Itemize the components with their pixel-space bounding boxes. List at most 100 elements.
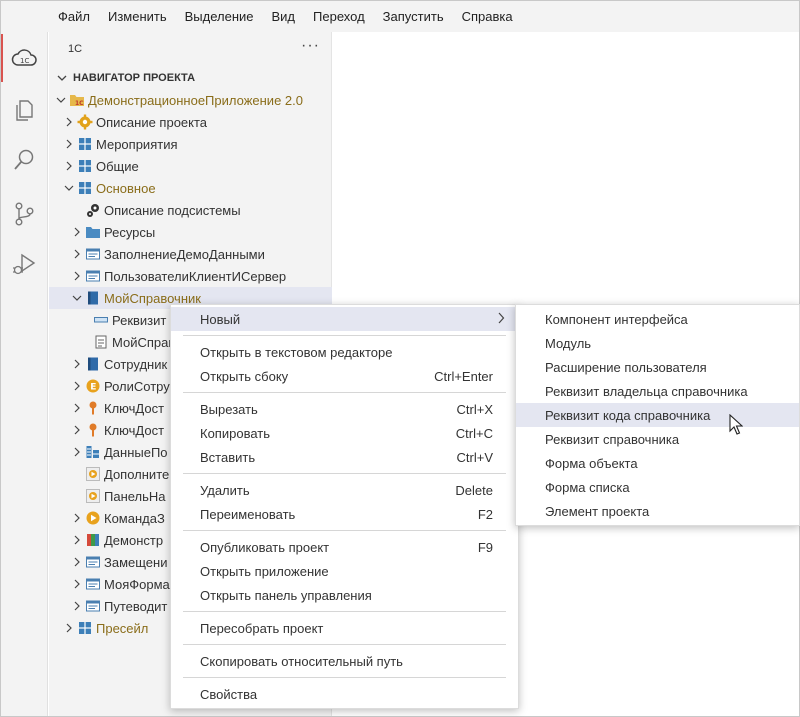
tree-item-label: Путеводит	[104, 598, 168, 614]
chevron-right-icon[interactable]	[61, 114, 77, 130]
tree-item[interactable]: Мероприятия	[49, 133, 332, 155]
chevron-right-icon[interactable]	[61, 136, 77, 152]
context-menu-item[interactable]: Открыть сбоку Ctrl+Enter	[171, 364, 518, 388]
menu-item[interactable]: Вид	[263, 1, 305, 32]
menu-item-label: Вырезать	[200, 401, 258, 417]
tree-item-label: Реквизит	[112, 312, 167, 328]
menu-item[interactable]: Справка	[453, 1, 522, 32]
tree-item-label: ПользователиКлиентИСервер	[104, 268, 287, 284]
new-submenu: Компонент интерфейса Модуль Расширение пол…	[515, 304, 800, 526]
context-menu-item[interactable]: Новый	[171, 307, 518, 331]
tree-item[interactable]: Общие	[49, 155, 332, 177]
submenu-item[interactable]: Компонент интерфейса	[516, 307, 799, 331]
more-actions-icon[interactable]: ···	[301, 37, 320, 55]
context-menu-item[interactable]: Открыть в текстовом редакторе	[171, 340, 518, 364]
menu-item[interactable]: Выделение	[176, 1, 263, 32]
submenu-item[interactable]: Модуль	[516, 331, 799, 355]
chevron-down-icon[interactable]	[53, 92, 69, 108]
chevron-right-icon[interactable]	[69, 400, 85, 416]
menu-separator	[183, 677, 506, 678]
report-icon	[85, 532, 101, 548]
menu-item[interactable]: Переход	[304, 1, 374, 32]
subsystem-icon	[77, 136, 93, 152]
source-control-icon[interactable]	[1, 190, 47, 238]
chevron-right-icon[interactable]	[69, 532, 85, 548]
run-debug-icon[interactable]	[1, 240, 47, 288]
folder-icon	[85, 224, 101, 240]
tree-item-label: Демонстр	[104, 532, 164, 548]
tree-item[interactable]: ПользователиКлиентИСервер	[49, 265, 332, 287]
chevron-right-icon[interactable]	[61, 620, 77, 636]
chevron-down-icon[interactable]	[61, 180, 77, 196]
menu-item-shortcut: Ctrl+C	[455, 425, 493, 441]
context-menu-item[interactable]: Удалить Delete	[171, 478, 518, 502]
search-icon[interactable]	[1, 136, 47, 184]
tree-item[interactable]: Ресурсы	[49, 221, 332, 243]
context-menu-item[interactable]: Скопировать относительный путь	[171, 649, 518, 673]
context-menu-item[interactable]: Переименовать F2	[171, 502, 518, 526]
menu-item-shortcut: F2	[477, 506, 493, 522]
context-menu-item[interactable]: Копировать Ctrl+C	[171, 421, 518, 445]
submenu-item[interactable]: Реквизит владельца справочника	[516, 379, 799, 403]
subsystem-icon	[77, 158, 93, 174]
chevron-right-icon[interactable]	[69, 224, 85, 240]
module-icon	[85, 246, 101, 262]
context-menu-item[interactable]: Опубликовать проект F9	[171, 535, 518, 559]
tree-item[interactable]: Описание подсистемы	[49, 199, 332, 221]
svg-text:1C: 1C	[20, 57, 29, 65]
chevron-right-icon[interactable]	[69, 598, 85, 614]
tree-item[interactable]: ЗаполнениеДемоДанными	[49, 243, 332, 265]
menu-item-label: Переименовать	[200, 506, 296, 522]
subsystem-icon	[77, 620, 93, 636]
menu-item[interactable]: Запустить	[374, 1, 453, 32]
tree-item-label: Основное	[96, 180, 156, 196]
chevron-right-icon[interactable]	[69, 554, 85, 570]
menu-separator	[183, 473, 506, 474]
submenu-item[interactable]: Реквизит справочника	[516, 427, 799, 451]
submenu-item[interactable]: Элемент проекта	[516, 499, 799, 523]
submenu-item[interactable]: Реквизит кода справочника	[516, 403, 799, 427]
section-header-project-navigator[interactable]: НАВИГАТОР ПРОЕКТА	[49, 67, 332, 89]
chevron-right-icon[interactable]	[69, 246, 85, 262]
document-icon	[93, 334, 109, 350]
chevron-right-icon[interactable]	[61, 158, 77, 174]
menu-item-shortcut: Ctrl+Enter	[434, 368, 493, 384]
submenu-item[interactable]: Расширение пользователя	[516, 355, 799, 379]
menu-item-label: Свойства	[200, 686, 258, 702]
mouse-cursor-icon	[729, 414, 743, 435]
cloud-1c-icon[interactable]: 1C	[1, 34, 47, 82]
tree-item-label: Описание подсистемы	[104, 202, 241, 218]
context-menu-item[interactable]: Открыть приложение	[171, 559, 518, 583]
gears-icon	[85, 202, 101, 218]
submenu-item[interactable]: Форма объекта	[516, 451, 799, 475]
menu-item-label: Открыть панель управления	[200, 587, 372, 603]
key-icon	[85, 422, 101, 438]
tree-item-label: ПанельНа	[104, 488, 166, 504]
chevron-right-icon[interactable]	[69, 356, 85, 372]
chevron-right-icon[interactable]	[69, 378, 85, 394]
chevron-down-icon[interactable]	[69, 290, 85, 306]
chevron-right-icon[interactable]	[69, 510, 85, 526]
files-icon[interactable]	[1, 86, 47, 134]
chevron-right-icon[interactable]	[69, 268, 85, 284]
chevron-right-icon[interactable]	[69, 576, 85, 592]
context-menu-item[interactable]: Вырезать Ctrl+X	[171, 397, 518, 421]
menu-item-shortcut: Ctrl+V	[456, 449, 493, 465]
submenu-item[interactable]: Форма списка	[516, 475, 799, 499]
chevron-right-icon[interactable]	[69, 422, 85, 438]
context-menu-item[interactable]: Вставить Ctrl+V	[171, 445, 518, 469]
menu-item[interactable]: Изменить	[99, 1, 176, 32]
context-menu-item[interactable]: Открыть панель управления	[171, 583, 518, 607]
tree-item-label: МойСправ	[112, 334, 176, 350]
svg-text:E: E	[90, 383, 96, 393]
tree-item[interactable]: Описание проекта	[49, 111, 332, 133]
extension-icon	[85, 488, 101, 504]
chevron-right-icon[interactable]	[69, 444, 85, 460]
tree-item[interactable]: 1C ДемонстрационноеПриложение 2.0	[49, 89, 332, 111]
tree-item[interactable]: Основное	[49, 177, 332, 199]
menu-item[interactable]: Файл	[49, 1, 99, 32]
context-menu-item[interactable]: Свойства	[171, 682, 518, 706]
tree-item-label: МояФорма	[104, 576, 170, 592]
gear-icon	[77, 114, 93, 130]
context-menu-item[interactable]: Пересобрать проект	[171, 616, 518, 640]
